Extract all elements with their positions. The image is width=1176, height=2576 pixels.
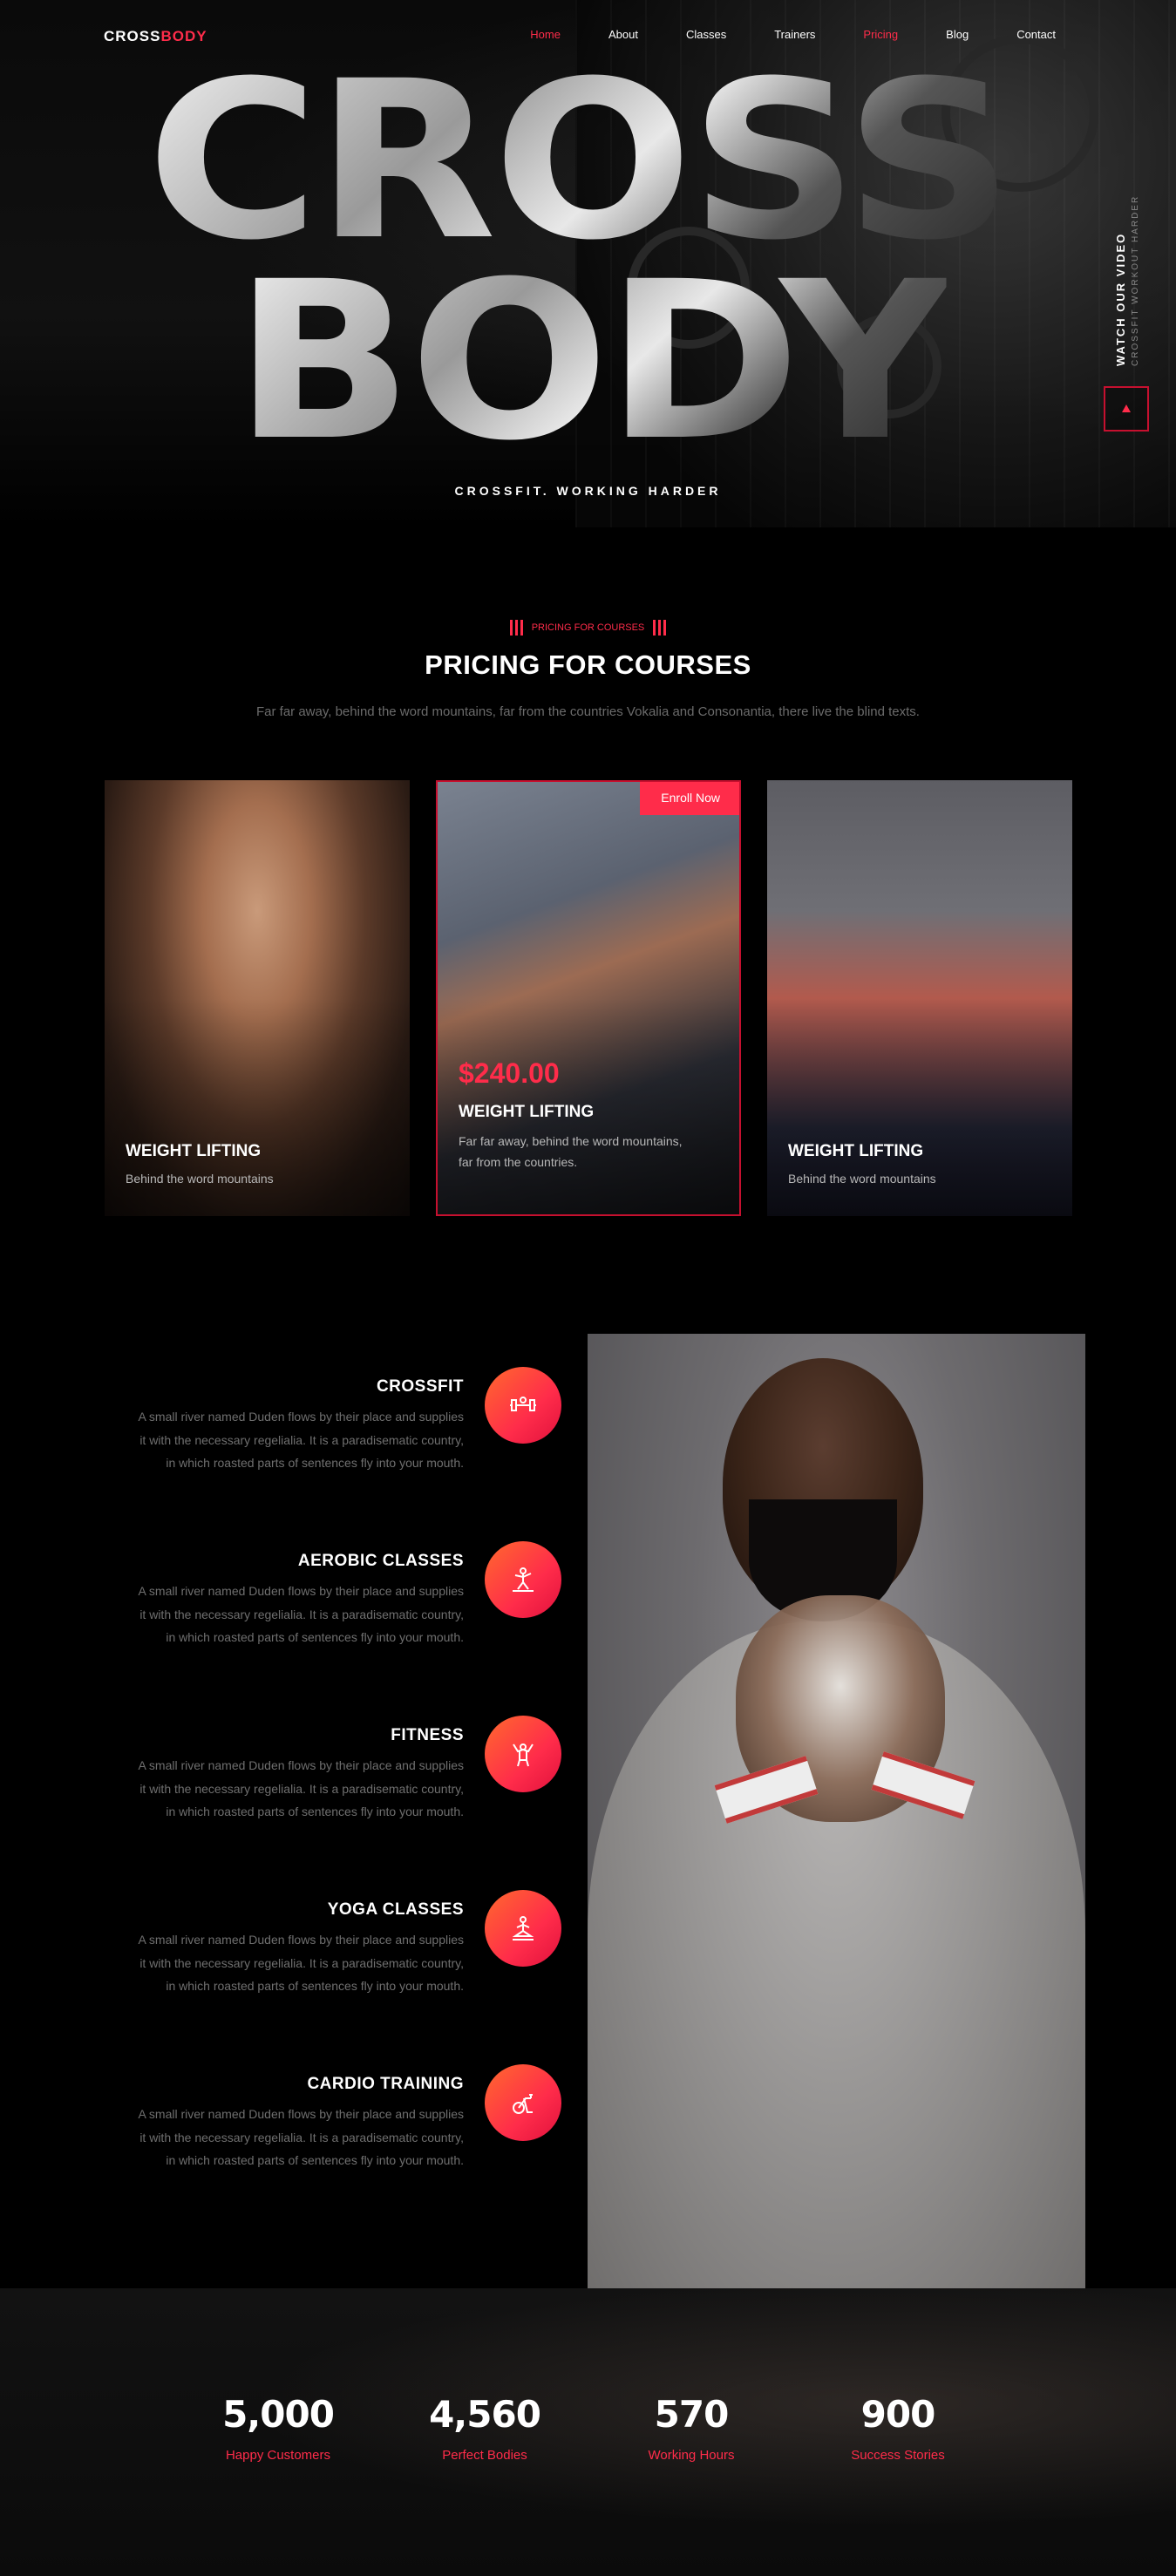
card-description: Behind the word mountains [788, 1172, 936, 1186]
brand-logo[interactable]: CROSSBODY [104, 28, 207, 45]
bars-icon [651, 620, 667, 636]
stat-value: 4,560 [429, 2393, 541, 2436]
card-price: $240.00 [459, 1057, 560, 1089]
stat-counter: 900 Success Stories [811, 2393, 985, 2463]
service-description: A small river named Duden flows by their… [138, 2107, 464, 2168]
stat-label: Happy Customers [225, 2448, 331, 2463]
hero-word-body: BODY [234, 234, 950, 488]
watch-video-subtitle: CROSSFIT WORKOUT HARDER [1131, 194, 1140, 366]
trainer-portrait-image [588, 1334, 1085, 2288]
nav-item-about[interactable]: About [608, 28, 638, 41]
pricing-card-featured[interactable]: Enroll Now $240.00 WEIGHT LIFTING Far fa… [436, 780, 741, 1216]
nav-item-home[interactable]: Home [530, 28, 561, 41]
pricing-subtitle: Far far away, behind the word mountains,… [256, 704, 920, 719]
navbar: CROSSBODY Home About Classes Trainers Pr… [0, 0, 1176, 70]
stat-counter: 5,000 Happy Customers [191, 2393, 365, 2463]
card-description: Behind the word mountains [126, 1172, 274, 1186]
play-video-button[interactable] [1104, 386, 1149, 432]
stats-section: 5,000 Happy Customers 4,560 Perfect Bodi… [0, 2288, 1176, 2576]
service-description: A small river named Duden flows by their… [138, 1584, 464, 1645]
stat-counter: 570 Working Hours [604, 2393, 778, 2463]
pricing-card[interactable]: WEIGHT LIFTING Behind the word mountains [105, 780, 410, 1216]
nav-item-trainers[interactable]: Trainers [774, 28, 815, 41]
service-title: FITNESS [391, 1726, 464, 1744]
stat-value: 5,000 [222, 2393, 335, 2436]
nav-item-blog[interactable]: Blog [946, 28, 969, 41]
service-title: AEROBIC CLASSES [297, 1552, 464, 1570]
stat-value: 900 [860, 2393, 936, 2436]
main-menu: Home About Classes Trainers Pricing Blog… [482, 28, 1056, 41]
service-title: CROSSFIT [376, 1377, 464, 1396]
stat-label: Success Stories [851, 2448, 945, 2463]
card-title: WEIGHT LIFTING [126, 1142, 262, 1160]
service-description: A small river named Duden flows by their… [138, 1933, 464, 1994]
watch-video-label: WATCH OUR VIDEO CROSSFIT WORKOUT HARDER [1114, 195, 1140, 366]
fitness-icon [485, 1716, 561, 1792]
stat-label: Working Hours [648, 2448, 735, 2463]
pricing-section-tag: PRICING FOR COURSES [0, 620, 1176, 636]
enroll-now-button[interactable]: Enroll Now [640, 782, 739, 815]
yoga-icon [485, 1890, 561, 1967]
hero-section: CROSS BODY CROSSFIT. WORKING HARDER WATC… [0, 0, 1176, 527]
service-title: CARDIO TRAINING [307, 2075, 464, 2093]
exercise-bike-icon [485, 2064, 561, 2141]
watch-video-title: WATCH OUR VIDEO [1114, 232, 1127, 366]
play-icon [1122, 404, 1131, 412]
brand-logo-part1: CROSS [104, 28, 161, 44]
hero-tagline: CROSSFIT. WORKING HARDER [454, 484, 722, 498]
service-description: A small river named Duden flows by their… [138, 1758, 464, 1819]
card-description: Far far away, behind the word mountains,… [459, 1134, 683, 1169]
dumbbell-icon [485, 1367, 561, 1444]
pricing-tag-label: PRICING FOR COURSES [531, 622, 645, 633]
bars-icon [509, 620, 525, 636]
nav-item-contact[interactable]: Contact [1016, 28, 1056, 41]
nav-item-classes[interactable]: Classes [686, 28, 726, 41]
nav-item-pricing[interactable]: Pricing [863, 28, 898, 41]
stat-counter: 4,560 Perfect Bodies [398, 2393, 572, 2463]
card-title: WEIGHT LIFTING [788, 1142, 924, 1160]
brand-logo-part2: BODY [160, 28, 207, 44]
aerobic-icon [485, 1541, 561, 1618]
service-description: A small river named Duden flows by their… [138, 1410, 464, 1471]
pricing-card[interactable]: WEIGHT LIFTING Behind the word mountains [767, 780, 1072, 1216]
stat-label: Perfect Bodies [442, 2448, 527, 2463]
pricing-title: PRICING FOR COURSES [425, 649, 751, 680]
card-title: WEIGHT LIFTING [459, 1103, 595, 1121]
stat-value: 570 [654, 2393, 730, 2436]
service-title: YOGA CLASSES [327, 1900, 464, 1919]
